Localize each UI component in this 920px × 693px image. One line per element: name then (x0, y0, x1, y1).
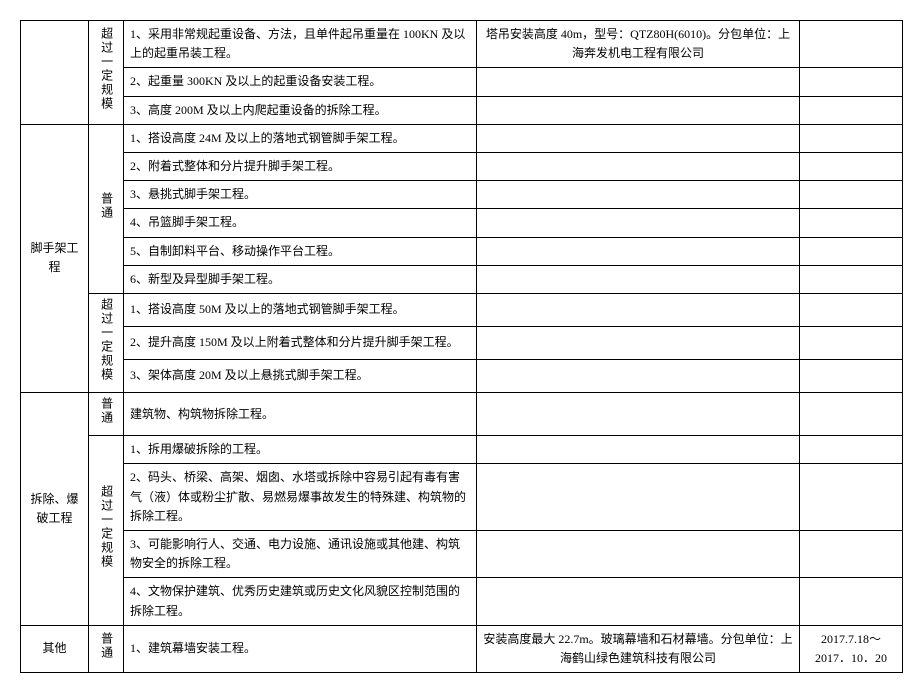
category-cell: 其他 (21, 625, 89, 672)
note-cell (477, 124, 800, 152)
date-cell (800, 464, 903, 531)
desc-cell: 1、建筑幕墙安装工程。 (124, 625, 477, 672)
note-cell (477, 531, 800, 578)
note-cell (477, 293, 800, 326)
date-cell (800, 124, 903, 152)
date-cell (800, 578, 903, 625)
sub-label: 超过一定规模 (96, 485, 115, 569)
subcategory-cell: 普通 (89, 393, 124, 436)
desc-cell: 建筑物、构筑物拆除工程。 (124, 393, 477, 436)
note-cell (477, 436, 800, 464)
subcategory-cell: 超过一定规模 (89, 21, 124, 125)
desc-cell: 2、码头、桥梁、高架、烟囱、水塔或拆除中容易引起有毒有害气（液）体或粉尘扩散、易… (124, 464, 477, 531)
date-cell (800, 209, 903, 237)
date-cell (800, 436, 903, 464)
sub-label: 普通 (96, 632, 115, 660)
note-cell: 安装高度最大 22.7m。玻璃幕墙和石材幕墙。分包单位：上海鹤山绿色建筑科技有限… (477, 625, 800, 672)
sub-label: 普通 (96, 397, 115, 425)
category-cell: 拆除、爆破工程 (21, 393, 89, 626)
desc-cell: 4、吊篮脚手架工程。 (124, 209, 477, 237)
sub-label: 超过一定规模 (96, 27, 115, 111)
date-cell (800, 21, 903, 68)
table-row: 超过一定规模 1、搭设高度 50M 及以上的落地式钢管脚手架工程。 (21, 293, 903, 326)
desc-cell: 2、起重量 300KN 及以上的起重设备安装工程。 (124, 68, 477, 96)
subcategory-cell: 普通 (89, 625, 124, 672)
date-cell (800, 393, 903, 436)
table-row: 2、起重量 300KN 及以上的起重设备安装工程。 (21, 68, 903, 96)
table-row: 超过一定规模 1、拆用爆破拆除的工程。 (21, 436, 903, 464)
note-cell (477, 464, 800, 531)
table-row: 4、文物保护建筑、优秀历史建筑或历史文化风貌区控制范围的拆除工程。 (21, 578, 903, 625)
note-cell (477, 578, 800, 625)
table-row: 5、自制卸料平台、移动操作平台工程。 (21, 237, 903, 265)
desc-cell: 2、附着式整体和分片提升脚手架工程。 (124, 152, 477, 180)
note-cell (477, 96, 800, 124)
date-cell (800, 181, 903, 209)
desc-cell: 2、提升高度 150M 及以上附着式整体和分片提升脚手架工程。 (124, 326, 477, 359)
desc-cell: 1、搭设高度 50M 及以上的落地式钢管脚手架工程。 (124, 293, 477, 326)
category-cell (21, 21, 89, 125)
sub-label: 普通 (96, 192, 115, 220)
date-cell (800, 237, 903, 265)
desc-cell: 3、可能影响行人、交通、电力设施、通讯设施或其他建、构筑物安全的拆除工程。 (124, 531, 477, 578)
table-row: 超过一定规模 1、采用非常规起重设备、方法，且单件起吊重量在 100KN 及以上… (21, 21, 903, 68)
table-row: 3、高度 200M 及以上内爬起重设备的拆除工程。 (21, 96, 903, 124)
table-row: 其他 普通 1、建筑幕墙安装工程。 安装高度最大 22.7m。玻璃幕墙和石材幕墙… (21, 625, 903, 672)
date-cell (800, 68, 903, 96)
note-cell (477, 181, 800, 209)
desc-cell: 1、拆用爆破拆除的工程。 (124, 436, 477, 464)
category-cell: 脚手架工程 (21, 124, 89, 392)
note-cell (477, 152, 800, 180)
note-cell (477, 360, 800, 393)
note-cell: 塔吊安装高度 40m，型号：QTZ80H(6010)。分包单位：上海奔发机电工程… (477, 21, 800, 68)
table-row: 2、码头、桥梁、高架、烟囱、水塔或拆除中容易引起有毒有害气（液）体或粉尘扩散、易… (21, 464, 903, 531)
date-cell (800, 531, 903, 578)
desc-cell: 3、高度 200M 及以上内爬起重设备的拆除工程。 (124, 96, 477, 124)
subcategory-cell: 超过一定规模 (89, 436, 124, 626)
note-cell (477, 209, 800, 237)
note-cell (477, 265, 800, 293)
table-row: 3、悬挑式脚手架工程。 (21, 181, 903, 209)
desc-cell: 1、搭设高度 24M 及以上的落地式钢管脚手架工程。 (124, 124, 477, 152)
desc-cell: 3、架体高度 20M 及以上悬挑式脚手架工程。 (124, 360, 477, 393)
desc-cell: 6、新型及异型脚手架工程。 (124, 265, 477, 293)
table-row: 2、提升高度 150M 及以上附着式整体和分片提升脚手架工程。 (21, 326, 903, 359)
note-cell (477, 68, 800, 96)
desc-cell: 4、文物保护建筑、优秀历史建筑或历史文化风貌区控制范围的拆除工程。 (124, 578, 477, 625)
desc-cell: 5、自制卸料平台、移动操作平台工程。 (124, 237, 477, 265)
table-row: 2、附着式整体和分片提升脚手架工程。 (21, 152, 903, 180)
table-row: 脚手架工程 普通 1、搭设高度 24M 及以上的落地式钢管脚手架工程。 (21, 124, 903, 152)
subcategory-cell: 普通 (89, 124, 124, 293)
spec-table: 超过一定规模 1、采用非常规起重设备、方法，且单件起吊重量在 100KN 及以上… (20, 20, 903, 673)
desc-cell: 3、悬挑式脚手架工程。 (124, 181, 477, 209)
date-cell (800, 152, 903, 180)
desc-cell: 1、采用非常规起重设备、方法，且单件起吊重量在 100KN 及以上的起重吊装工程… (124, 21, 477, 68)
date-cell (800, 293, 903, 326)
date-cell (800, 326, 903, 359)
date-cell (800, 265, 903, 293)
note-cell (477, 326, 800, 359)
date-cell (800, 96, 903, 124)
note-cell (477, 237, 800, 265)
date-cell (800, 360, 903, 393)
table-row: 3、架体高度 20M 及以上悬挑式脚手架工程。 (21, 360, 903, 393)
table-row: 6、新型及异型脚手架工程。 (21, 265, 903, 293)
date-cell: 2017.7.18～2017．10．20 (800, 625, 903, 672)
subcategory-cell: 超过一定规模 (89, 293, 124, 392)
table-row: 4、吊篮脚手架工程。 (21, 209, 903, 237)
table-row: 3、可能影响行人、交通、电力设施、通讯设施或其他建、构筑物安全的拆除工程。 (21, 531, 903, 578)
table-row: 拆除、爆破工程 普通 建筑物、构筑物拆除工程。 (21, 393, 903, 436)
sub-label: 超过一定规模 (96, 298, 115, 382)
note-cell (477, 393, 800, 436)
